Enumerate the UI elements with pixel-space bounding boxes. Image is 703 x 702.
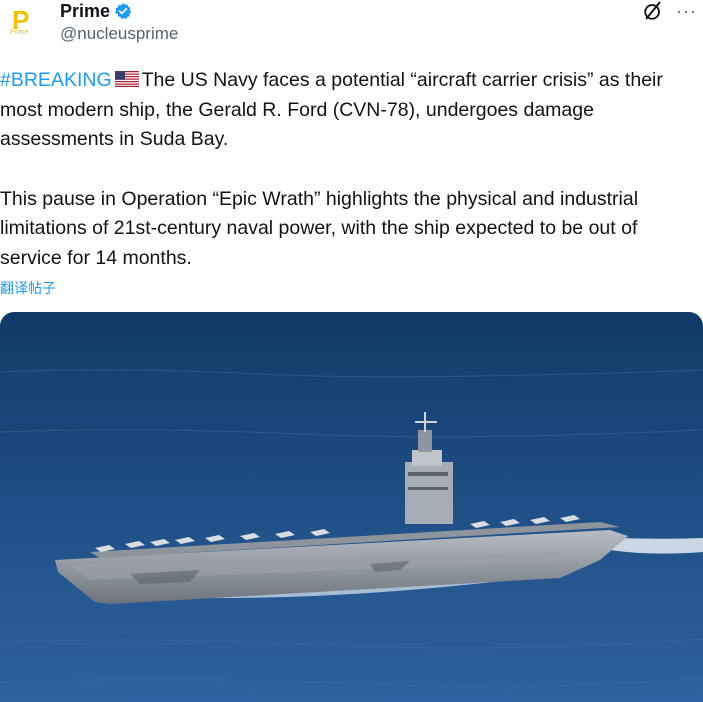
tweet-media-image[interactable] (0, 312, 703, 702)
us-flag-icon (114, 71, 139, 87)
tweet-actions-top: ··· (642, 0, 697, 22)
more-icon[interactable]: ··· (676, 2, 697, 20)
aircraft-carrier-image (0, 312, 703, 702)
verified-badge-icon (114, 3, 132, 20)
author-name-row: Prime (60, 0, 132, 22)
tweet-body: #BREAKING The US Navy faces a potential … (0, 66, 703, 273)
hashtag-link[interactable]: #BREAKING (0, 69, 112, 91)
avatar-logo-subtext: Prime (10, 29, 29, 36)
tweet-paragraph-1: #BREAKING The US Navy faces a potential … (0, 66, 703, 155)
avatar[interactable]: P Prime (6, 4, 42, 40)
author-name[interactable]: Prime (60, 1, 110, 22)
tweet-paragraph-2: This pause in Operation “Epic Wrath” hig… (0, 187, 639, 269)
translate-post-link[interactable]: 翻译帖子 (0, 278, 56, 298)
grok-icon[interactable] (642, 0, 664, 22)
author-handle[interactable]: @nucleusprime (60, 24, 178, 44)
